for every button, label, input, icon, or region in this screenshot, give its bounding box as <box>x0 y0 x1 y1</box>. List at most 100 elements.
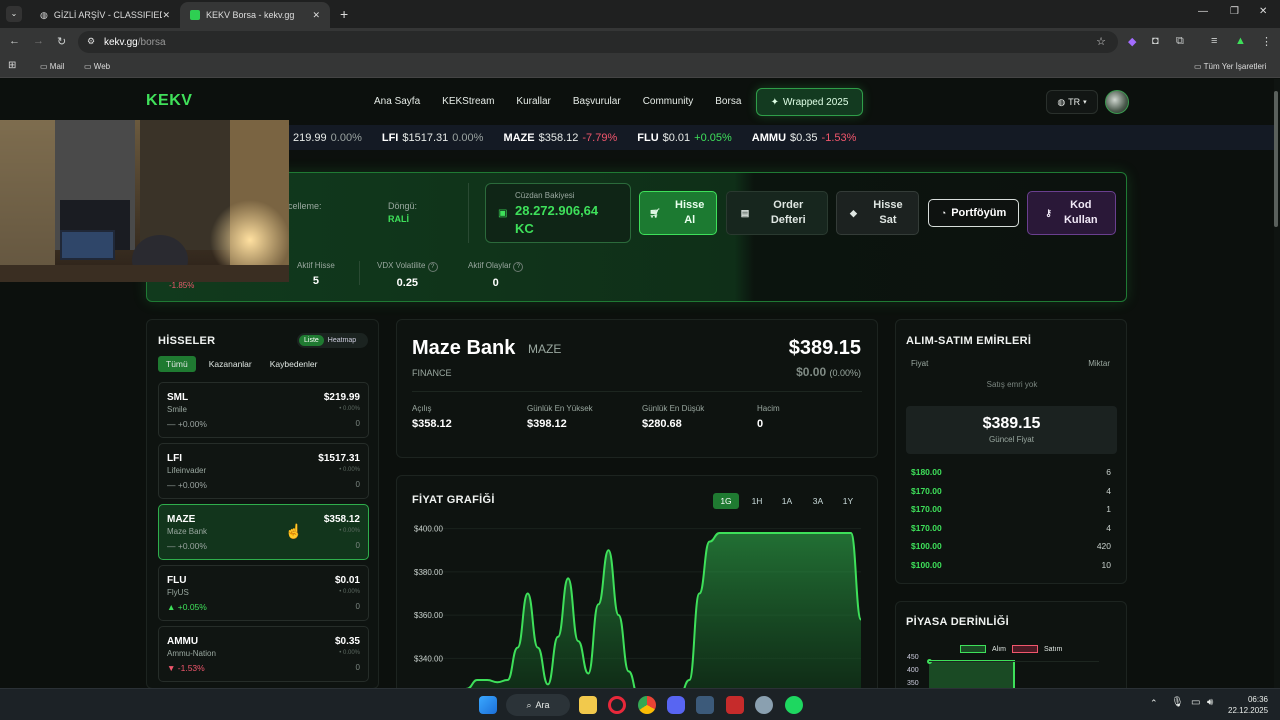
nav-link-applications[interactable]: Başvurular <box>573 96 621 107</box>
stat-open: Açılış $358.12 <box>412 404 452 430</box>
stock-card-maze[interactable]: MAZE Maze Bank — +0.00% $358.12 • 0.00% … <box>158 504 369 560</box>
filter-losers[interactable]: Kaybedenler <box>265 356 323 372</box>
star-icon[interactable]: ☆ <box>1096 35 1106 48</box>
buy-stock-button[interactable]: 🛒︎ Hisse Al <box>639 191 717 235</box>
page-content: KEKV Ana Sayfa KEKStream Kurallar Başvur… <box>0 79 1280 688</box>
redeem-code-button[interactable]: ⚷ Kod Kullan <box>1027 191 1116 235</box>
view-list-toggle[interactable]: Liste <box>299 335 324 346</box>
reload-icon[interactable]: ↻ <box>57 35 66 48</box>
y-tick-label: $360.00 <box>414 611 443 620</box>
extension-icon[interactable]: ◆ <box>1128 35 1136 48</box>
nav-link-community[interactable]: Community <box>643 96 694 107</box>
kekv-logo[interactable]: KEKV <box>146 92 192 110</box>
stock-symbol: MAZE <box>167 514 196 525</box>
chevron-up-icon[interactable]: ⌃ <box>1150 698 1158 709</box>
nav-link-kekstream[interactable]: KEKStream <box>442 96 494 107</box>
windows-start-icon[interactable] <box>479 696 497 714</box>
puzzle-icon[interactable]: ⧉ <box>1176 35 1184 48</box>
stock-card-sml[interactable]: SML Smile — +0.00% $219.99 • 0.00% 0 <box>158 382 369 438</box>
order-qty: 10 <box>1101 560 1111 570</box>
app-icon[interactable] <box>696 696 714 714</box>
sell-stock-button[interactable]: ◆ Hisse Sat <box>836 191 919 235</box>
stock-card-lfi[interactable]: LFI Lifeinvader — +0.00% $1517.31 • 0.00… <box>158 443 369 499</box>
site-info-icon[interactable]: ⚙ <box>87 36 95 47</box>
file-explorer-icon[interactable] <box>579 696 597 714</box>
discord-icon[interactable] <box>667 696 685 714</box>
tag-icon: ◆ <box>850 207 857 218</box>
wrapped-button[interactable]: ✦ Wrapped 2025 <box>756 88 863 116</box>
timeframe-1y[interactable]: 1Y <box>835 493 861 509</box>
order-qty: 1 <box>1106 504 1111 515</box>
taskbar: ⌕ Ara ⌃ 🎙︎ ▭ 🔊︎ 06:36 22.12.2025 <box>0 688 1280 720</box>
y-tick-label: $400.00 <box>414 525 443 534</box>
portfolio-button[interactable]: ◔ Portföyüm <box>928 199 1019 227</box>
language-select[interactable]: ◍ TR ▾ <box>1046 90 1098 114</box>
microphone-icon[interactable]: 🎙︎ <box>1171 697 1184 708</box>
scrollbar-thumb[interactable] <box>1274 91 1278 227</box>
stock-card-ammu[interactable]: AMMU Ammu-Nation ▼ -1.53% $0.35 • 0.00% … <box>158 626 369 682</box>
help-icon[interactable]: ? <box>513 262 524 272</box>
back-icon[interactable]: ← <box>9 35 20 47</box>
timeframe-1g[interactable]: 1G <box>713 493 739 509</box>
stock-volume: 0 <box>355 480 360 489</box>
tab-classified[interactable]: ◍GİZLİ ARŞİV - CLASSIFIED FILES ✕ <box>30 2 180 28</box>
nav-link-rules[interactable]: Kurallar <box>516 96 550 107</box>
spotify-icon[interactable] <box>785 696 803 714</box>
depth-buy-area <box>929 660 1015 688</box>
stock-change: — +0.00% <box>167 541 207 551</box>
tab-list-button[interactable]: ⌄ <box>6 6 22 22</box>
maximize-button[interactable]: ❐ <box>1230 6 1239 17</box>
opera-icon[interactable] <box>608 696 626 714</box>
minimize-button[interactable]: — <box>1198 6 1208 17</box>
settings-icon[interactable] <box>755 696 773 714</box>
stock-price: $0.35 <box>334 636 360 647</box>
timeframe-3a[interactable]: 3A <box>805 493 831 509</box>
stock-detail-panel: Maze Bank MAZE FINANCE $389.15 $0.00 (0.… <box>396 319 878 458</box>
stock-card-flu[interactable]: FLU FlyUS ▲ +0.05% $0.01 • 0.00% 0 <box>158 565 369 621</box>
url-field[interactable]: ⚙ kekv.gg/borsa ☆ <box>78 31 1118 53</box>
chrome-icon[interactable] <box>638 696 656 714</box>
window-close-button[interactable]: ✕ <box>1259 6 1267 17</box>
globe-icon: ◍ <box>1057 96 1066 107</box>
nav-links: Ana Sayfa KEKStream Kurallar Başvurular … <box>374 96 741 107</box>
clock[interactable]: 06:36 22.12.2025 <box>1228 694 1268 716</box>
taskbar-search[interactable]: ⌕ Ara <box>506 694 570 716</box>
order-row: $100.00 10 <box>911 560 1111 570</box>
bookmark-mail[interactable]: ▭ Mail <box>40 62 64 71</box>
cart-icon: 🛒︎ <box>649 207 661 218</box>
avatar[interactable] <box>1105 90 1129 114</box>
page-scrollbar[interactable] <box>1274 79 1280 688</box>
filter-gainers[interactable]: Kazananlar <box>204 356 257 372</box>
network-icon[interactable]: ▭ <box>1191 697 1200 708</box>
close-icon[interactable]: ✕ <box>312 10 320 21</box>
help-icon[interactable]: ? <box>427 262 438 272</box>
volume-icon[interactable]: 🔊︎ <box>1207 697 1213 708</box>
app-icon[interactable] <box>726 696 744 714</box>
divider <box>468 183 469 243</box>
bookmarks-bar: ⊞ ▭ Mail ▭ Web ▭ Tüm Yer İşaretleri <box>0 56 1280 78</box>
filter-all[interactable]: Tümü <box>158 356 196 372</box>
profile-icon[interactable]: ▲ <box>1235 35 1246 47</box>
tab-kekv-borsa[interactable]: KEKV Borsa - kekv.gg ✕ <box>180 2 330 28</box>
menu-icon[interactable]: ⋮ <box>1261 35 1272 48</box>
order-book-button[interactable]: ▤ Order Defteri <box>726 191 828 235</box>
close-icon[interactable]: ✕ <box>162 10 170 21</box>
timeframe-1h[interactable]: 1H <box>744 493 770 509</box>
site-nav: KEKV Ana Sayfa KEKStream Kurallar Başvur… <box>0 79 1275 125</box>
stock-volume: 0 <box>355 602 360 611</box>
stock-sector: FINANCE <box>412 368 452 378</box>
bookmark-web[interactable]: ▭ Web <box>84 62 110 71</box>
forward-icon[interactable]: → <box>33 35 44 47</box>
stat-volume: Hacim 0 <box>757 404 780 430</box>
view-heatmap-toggle[interactable]: Heatmap <box>324 335 360 346</box>
nav-link-home[interactable]: Ana Sayfa <box>374 96 420 107</box>
media-icon[interactable]: ≡ <box>1211 35 1217 47</box>
camera-icon[interactable]: ◘ <box>1152 35 1159 47</box>
timeframe-1a[interactable]: 1A <box>774 493 800 509</box>
new-tab-button[interactable]: + <box>340 6 348 22</box>
apps-icon[interactable]: ⊞ <box>8 60 16 71</box>
all-bookmarks[interactable]: ▭ Tüm Yer İşaretleri <box>1194 62 1266 71</box>
nav-link-borsa[interactable]: Borsa <box>715 96 741 107</box>
order-row: $170.00 1 <box>911 504 1111 514</box>
price-chart-panel: FİYAT GRAFİĞİ 1G 1H 1A 3A 1Y $400.00 $380… <box>396 475 878 688</box>
